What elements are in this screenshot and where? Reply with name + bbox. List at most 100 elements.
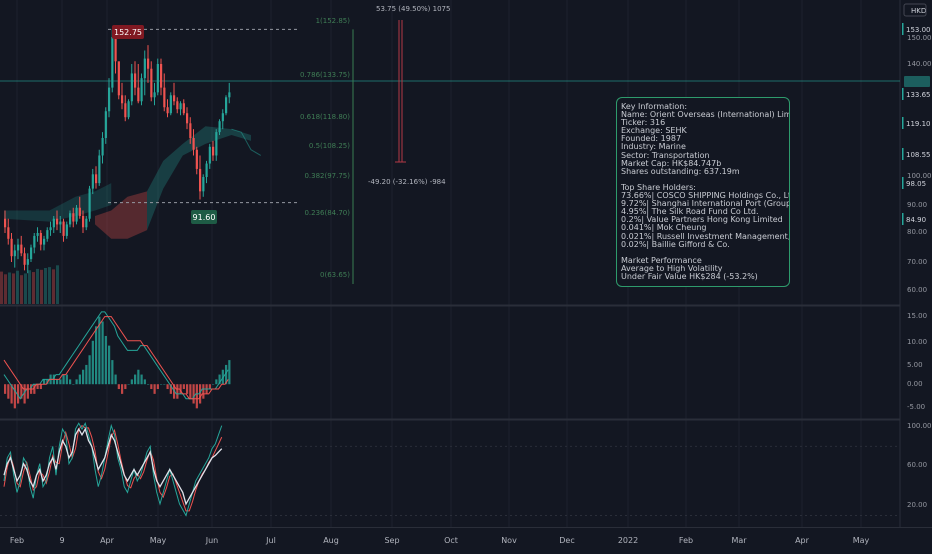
candle-body (85, 218, 88, 228)
candle-body (166, 107, 169, 114)
volume-bar (48, 267, 51, 304)
volume-bar (40, 269, 43, 304)
macd-histogram-bar (108, 345, 111, 385)
price-tick-label: 80.00 (907, 228, 927, 236)
price-label-marker (902, 177, 904, 189)
candle-body (69, 213, 72, 225)
macd-histogram-bar (127, 384, 130, 385)
volume-bar (16, 270, 19, 304)
volume-bar (56, 265, 59, 304)
macd-tick-label: 15.00 (907, 312, 927, 320)
macd-histogram-bar (26, 384, 29, 399)
macd-histogram-bar (4, 384, 7, 394)
price-tick-label: 90.00 (907, 201, 927, 209)
fib-level-label: 0.382(97.75) (304, 172, 350, 180)
fib-level-label: 0.236(84.70) (304, 209, 350, 217)
chart-root: 152.75 91.60 1(152.85) 0.786(133.75) 0.618(1… (0, 0, 932, 550)
candle-body (212, 146, 215, 156)
candle-body (153, 92, 156, 98)
low-callout-label: 91.60 (193, 213, 216, 222)
candle-body (56, 218, 59, 225)
fib-level-label: 0.618(118.80) (300, 113, 350, 121)
macd-histogram-bar (160, 384, 163, 385)
macd-histogram-bar (147, 384, 150, 385)
macd-histogram-bar (143, 379, 146, 385)
candle-body (30, 247, 33, 260)
macd-histogram-bar (134, 374, 137, 385)
macd-histogram-bar (13, 384, 16, 409)
volume-bar (44, 268, 47, 304)
macd-histogram-bar (163, 384, 166, 385)
candle-body (189, 123, 192, 138)
macd-histogram-bar (140, 374, 143, 385)
candle-body (43, 238, 46, 245)
macd-histogram-bar (150, 384, 153, 390)
candle-body (124, 103, 127, 118)
candle-body (95, 174, 98, 184)
price-label: 133.65 (906, 91, 931, 99)
candle-body (104, 111, 107, 138)
macd-histogram-bar (65, 374, 68, 385)
time-tick-label: Mar (731, 536, 747, 545)
price-tick-label: 60.00 (907, 286, 927, 294)
candle-body (10, 238, 13, 257)
candle-body (75, 207, 78, 222)
fib-level-label: 0.5(108.25) (309, 142, 350, 150)
candle-body (17, 244, 20, 251)
volume-bar (12, 273, 15, 304)
macd-histogram-bar (208, 384, 211, 390)
candle-body (65, 224, 68, 236)
macd-histogram-bar (182, 384, 185, 390)
candle-body (111, 37, 114, 88)
currency-label: HKD (911, 7, 926, 15)
time-tick-label: May (150, 536, 167, 545)
time-tick-label: Feb (10, 536, 24, 545)
key-information-panel: Key Information: Name: Orient Overseas (I… (616, 97, 790, 287)
macd-histogram-bar (69, 379, 72, 385)
time-tick-label: Nov (501, 536, 517, 545)
macd-histogram-bar (72, 384, 75, 385)
volume-bar (8, 272, 11, 304)
measure-down-label: -49.20 (-32.16%) -984 (368, 178, 446, 186)
candle-body (98, 155, 101, 184)
measure-up-label: 53.75 (49.50%) 1075 (376, 5, 450, 13)
candle-body (163, 87, 166, 108)
macd-tick-label: -5.00 (907, 403, 925, 411)
macd-tick-label: 10.00 (907, 338, 927, 346)
volume-bar (36, 268, 39, 304)
price-label: 153.00 (906, 26, 931, 34)
macd-histogram-bar (88, 355, 91, 385)
time-tick-label: Sep (384, 536, 399, 545)
macd-histogram-bar (195, 384, 198, 409)
macd-histogram-bar (215, 379, 218, 385)
price-label-marker (902, 213, 904, 225)
candle-body (186, 113, 189, 124)
candle-body (225, 97, 228, 114)
stock-chart[interactable]: 152.75 91.60 1(152.85) 0.786(133.75) 0.618(1… (0, 0, 932, 550)
macd-histogram-bar (78, 374, 81, 385)
time-tick-label: 2022 (618, 536, 638, 545)
time-tick-label: May (853, 536, 870, 545)
macd-tick-label: 5.00 (907, 361, 923, 369)
macd-tick-label: 0.00 (907, 380, 923, 388)
candle-body (62, 221, 65, 236)
macd-histogram-bar (59, 379, 62, 385)
candle-body (221, 113, 224, 122)
macd-histogram-bar (101, 321, 104, 385)
macd-histogram-bar (98, 316, 101, 385)
candle-body (33, 235, 36, 248)
candle-body (179, 103, 182, 110)
macd-histogram-bar (39, 384, 42, 390)
price-tick-label: 100.00 (907, 172, 932, 180)
time-tick-label: 9 (59, 536, 64, 545)
macd-histogram-bar (36, 384, 39, 390)
candle-body (140, 78, 143, 102)
candle-body (173, 95, 176, 102)
candle-body (199, 168, 202, 192)
price-label-marker (902, 117, 904, 129)
candle-body (208, 146, 211, 164)
candle-body (4, 218, 7, 228)
macd-histogram-bar (192, 384, 195, 404)
candle-body (169, 95, 172, 114)
info-line: Under Fair Value HK$284 (-53.2%) (621, 271, 758, 281)
